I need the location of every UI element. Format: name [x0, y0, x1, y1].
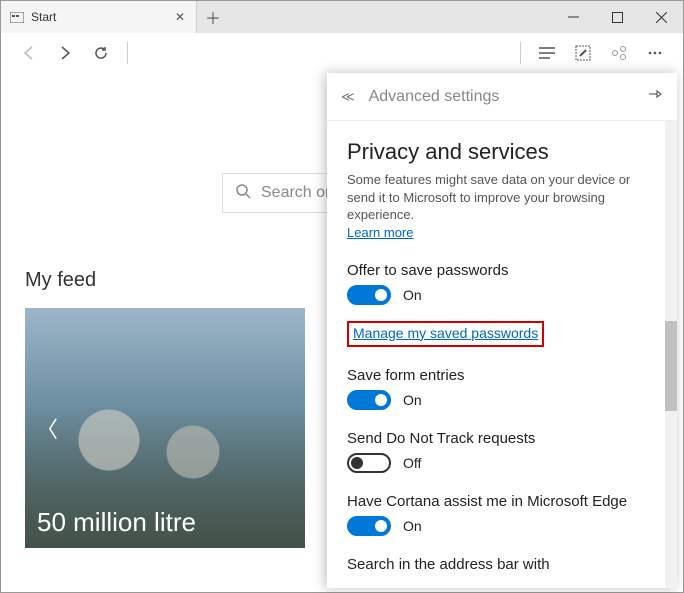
setting-label: Send Do Not Track requests — [347, 430, 657, 447]
forward-button[interactable] — [47, 35, 83, 71]
search-placeholder: Search or — [261, 184, 330, 202]
setting-label: Have Cortana assist me in Microsoft Edge — [347, 493, 657, 510]
toggle-state: On — [403, 518, 422, 534]
toggle-cortana[interactable] — [347, 516, 391, 536]
setting-label: Offer to save passwords — [347, 262, 657, 279]
share-icon[interactable] — [601, 35, 637, 71]
web-note-icon[interactable] — [565, 35, 601, 71]
panel-body: Privacy and services Some features might… — [327, 121, 677, 588]
setting-dnt: Send Do Not Track requests Off — [347, 430, 657, 473]
pin-icon[interactable] — [647, 87, 663, 106]
toolbar — [1, 33, 683, 73]
setting-cortana: Have Cortana assist me in Microsoft Edge… — [347, 493, 657, 536]
refresh-button[interactable] — [83, 35, 119, 71]
browser-tab[interactable]: Start ✕ — [1, 1, 197, 33]
toggle-state: On — [403, 287, 422, 303]
setting-label: Search in the address bar with — [347, 556, 657, 573]
setting-form-entries: Save form entries On — [347, 367, 657, 410]
panel-header: ≪ Advanced settings — [327, 73, 677, 121]
toggle-state: On — [403, 392, 422, 408]
learn-more-link[interactable]: Learn more — [347, 225, 413, 240]
manage-passwords-link[interactable]: Manage my saved passwords — [353, 325, 538, 341]
settings-panel: ≪ Advanced settings Privacy and services… — [327, 73, 677, 588]
minimize-button[interactable] — [551, 1, 595, 33]
titlespacer — [229, 1, 551, 33]
close-tab-icon[interactable]: ✕ — [172, 10, 188, 24]
highlight-box: Manage my saved passwords — [347, 321, 544, 347]
toggle-form-entries[interactable] — [347, 390, 391, 410]
feed-prev-icon[interactable]: 〈 — [33, 414, 61, 442]
toggle-state: Off — [403, 455, 421, 471]
close-window-button[interactable] — [639, 1, 683, 33]
setting-address-search: Search in the address bar with — [347, 556, 657, 573]
tab-title: Start — [31, 10, 172, 24]
setting-label: Save form entries — [347, 367, 657, 384]
panel-title: Advanced settings — [369, 88, 647, 106]
feed-card[interactable]: 〈 50 million litre — [25, 308, 305, 548]
setting-save-passwords: Offer to save passwords On — [347, 262, 657, 305]
more-icon[interactable] — [637, 35, 673, 71]
search-icon — [235, 183, 251, 204]
maximize-button[interactable] — [595, 1, 639, 33]
section-title: Privacy and services — [347, 139, 657, 165]
section-desc: Some features might save data on your de… — [347, 171, 657, 224]
scrollbar-thumb[interactable] — [665, 321, 677, 411]
title-bar: Start ✕ ＋ — [1, 1, 683, 33]
back-button[interactable] — [11, 35, 47, 71]
feed-caption: 50 million litre — [37, 507, 196, 538]
divider — [127, 42, 128, 64]
toggle-dnt[interactable] — [347, 453, 391, 473]
new-tab-button[interactable]: ＋ — [197, 1, 229, 33]
reading-view-icon[interactable] — [529, 35, 565, 71]
panel-back-icon[interactable]: ≪ — [341, 89, 355, 105]
toggle-save-passwords[interactable] — [347, 285, 391, 305]
divider — [520, 42, 521, 64]
tab-favicon-icon — [9, 9, 25, 25]
